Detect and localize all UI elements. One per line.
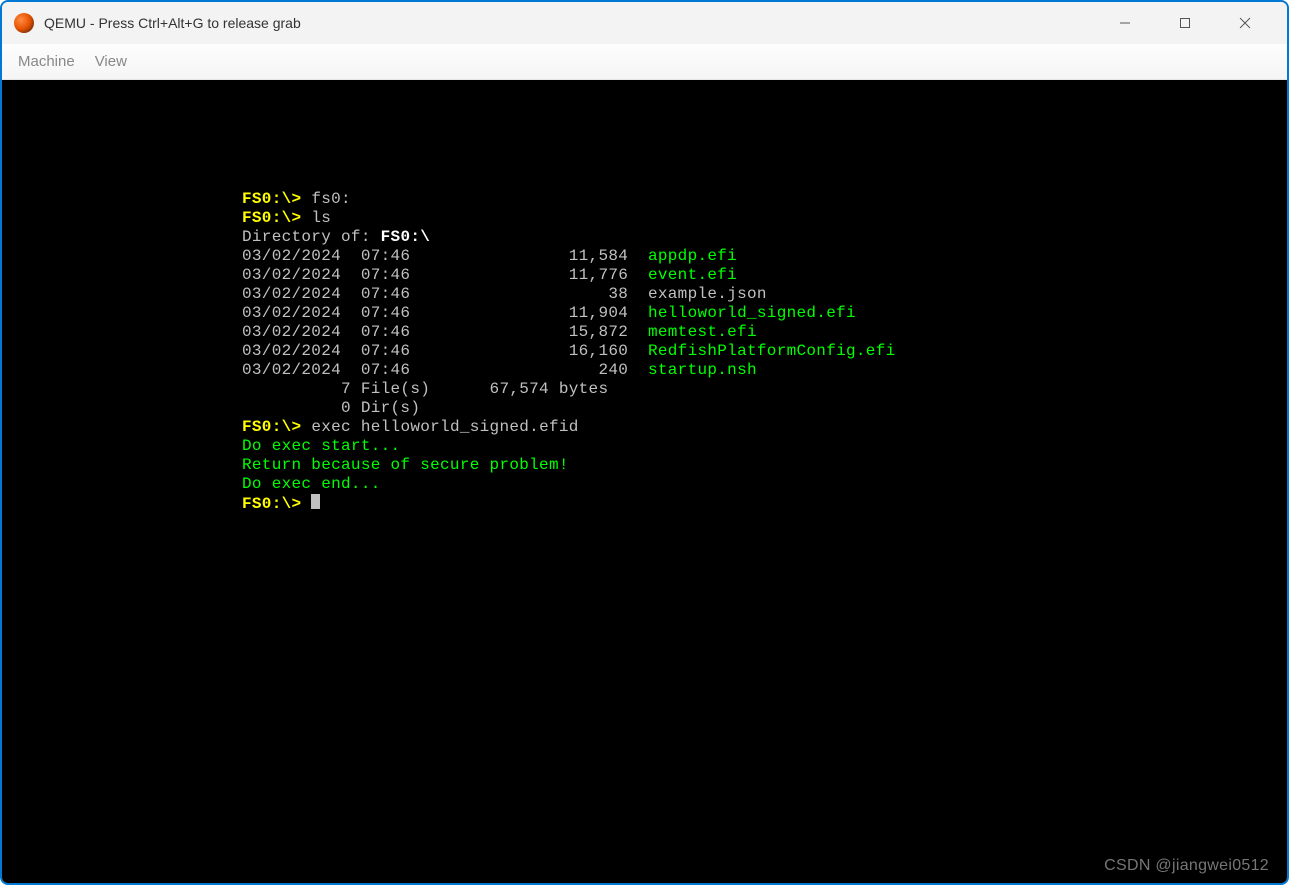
summary-files: 7 File(s) 67,574 bytes xyxy=(242,380,1287,399)
file-name: RedfishPlatformConfig.efi xyxy=(648,342,896,360)
file-name: startup.nsh xyxy=(648,361,757,379)
window-title: QEMU - Press Ctrl+Alt+G to release grab xyxy=(44,15,1095,31)
terminal-line: FS0:\> fs0: xyxy=(242,190,1287,209)
prompt: FS0:\> xyxy=(242,495,301,513)
file-meta: 03/02/2024 07:46 38 xyxy=(242,285,648,303)
file-name: event.efi xyxy=(648,266,737,284)
close-icon xyxy=(1239,17,1251,29)
file-row: 03/02/2024 07:46 38 example.json xyxy=(242,285,1287,304)
terminal-line: FS0:\> xyxy=(242,494,1287,514)
dir-path: FS0:\ xyxy=(381,228,431,246)
file-name: appdp.efi xyxy=(648,247,737,265)
prompt: FS0:\> xyxy=(242,209,301,227)
prompt: FS0:\> xyxy=(242,418,301,436)
terminal[interactable]: FS0:\> fs0: FS0:\> ls Directory of: FS0:… xyxy=(2,80,1287,883)
command-text: ls xyxy=(311,209,331,227)
output-msg: Do exec end... xyxy=(242,475,1287,494)
file-meta: 03/02/2024 07:46 11,904 xyxy=(242,304,648,322)
file-meta: 03/02/2024 07:46 16,160 xyxy=(242,342,648,360)
dir-label: Directory of: xyxy=(242,228,371,246)
titlebar: QEMU - Press Ctrl+Alt+G to release grab xyxy=(2,2,1287,44)
file-name: helloworld_signed.efi xyxy=(648,304,856,322)
file-row: 03/02/2024 07:46 15,872 memtest.efi xyxy=(242,323,1287,342)
file-meta: 03/02/2024 07:46 240 xyxy=(242,361,648,379)
menubar: Machine View xyxy=(2,44,1287,80)
app-icon xyxy=(14,13,34,33)
output-msg: Do exec start... xyxy=(242,437,1287,456)
close-button[interactable] xyxy=(1215,2,1275,44)
summary-dirs: 0 Dir(s) xyxy=(242,399,1287,418)
menu-machine[interactable]: Machine xyxy=(14,51,79,72)
file-meta: 03/02/2024 07:46 15,872 xyxy=(242,323,648,341)
menu-view[interactable]: View xyxy=(91,51,131,72)
minimize-icon xyxy=(1119,17,1131,29)
file-row: 03/02/2024 07:46 240 startup.nsh xyxy=(242,361,1287,380)
file-name: memtest.efi xyxy=(648,323,757,341)
maximize-icon xyxy=(1179,17,1191,29)
file-row: 03/02/2024 07:46 11,776 event.efi xyxy=(242,266,1287,285)
file-meta: 03/02/2024 07:46 11,584 xyxy=(242,247,648,265)
file-row: 03/02/2024 07:46 11,904 helloworld_signe… xyxy=(242,304,1287,323)
file-row: 03/02/2024 07:46 11,584 appdp.efi xyxy=(242,247,1287,266)
file-meta: 03/02/2024 07:46 11,776 xyxy=(242,266,648,284)
prompt: FS0:\> xyxy=(242,190,301,208)
terminal-line: FS0:\> ls xyxy=(242,209,1287,228)
file-row: 03/02/2024 07:46 16,160 RedfishPlatformC… xyxy=(242,342,1287,361)
command-text: fs0: xyxy=(311,190,351,208)
minimize-button[interactable] xyxy=(1095,2,1155,44)
window-controls xyxy=(1095,2,1275,44)
watermark: CSDN @jiangwei0512 xyxy=(1104,856,1269,875)
terminal-line: Directory of: FS0:\ xyxy=(242,228,1287,247)
file-list: 03/02/2024 07:46 11,584 appdp.efi03/02/2… xyxy=(242,247,1287,380)
maximize-button[interactable] xyxy=(1155,2,1215,44)
command-text: exec helloworld_signed.efid xyxy=(311,418,578,436)
file-name: example.json xyxy=(648,285,767,303)
terminal-line: FS0:\> exec helloworld_signed.efid xyxy=(242,418,1287,437)
output-msg: Return because of secure problem! xyxy=(242,456,1287,475)
cursor xyxy=(311,494,320,509)
